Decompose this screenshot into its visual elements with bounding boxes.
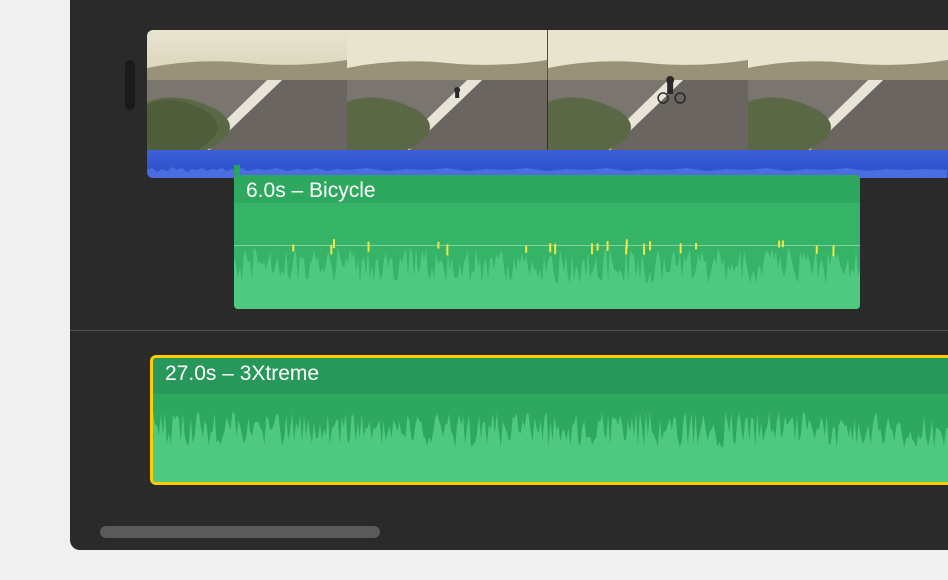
scrollbar-thumb[interactable]: [100, 526, 380, 538]
video-audio-waveform: [147, 150, 948, 178]
video-thumbnail: [347, 30, 547, 150]
video-clip[interactable]: [147, 30, 948, 178]
audio-clip-bicycle[interactable]: 6.0s – Bicycle: [234, 175, 860, 309]
timeline-window: 6.0s – Bicycle 27.0s – 3Xtreme: [70, 0, 948, 550]
audio-waveform: [153, 394, 948, 482]
video-thumbnails: [147, 30, 948, 150]
clip-connector: [234, 165, 240, 175]
video-thumbnail: [548, 30, 748, 150]
timeline-scrubber-handle[interactable]: [125, 60, 135, 110]
clip-label: 27.0s – 3Xtreme: [165, 362, 319, 386]
clip-label: 6.0s – Bicycle: [246, 179, 376, 203]
audio-waveform: [234, 203, 860, 309]
video-thumbnail: [748, 30, 948, 150]
video-thumbnail: [147, 30, 347, 150]
audio-clip-3xtreme[interactable]: 27.0s – 3Xtreme: [150, 355, 948, 485]
timeline-area[interactable]: 6.0s – Bicycle 27.0s – 3Xtreme: [70, 0, 948, 550]
track-divider: [70, 330, 948, 331]
timeline-scrollbar[interactable]: [100, 526, 948, 538]
volume-line[interactable]: [234, 245, 860, 246]
